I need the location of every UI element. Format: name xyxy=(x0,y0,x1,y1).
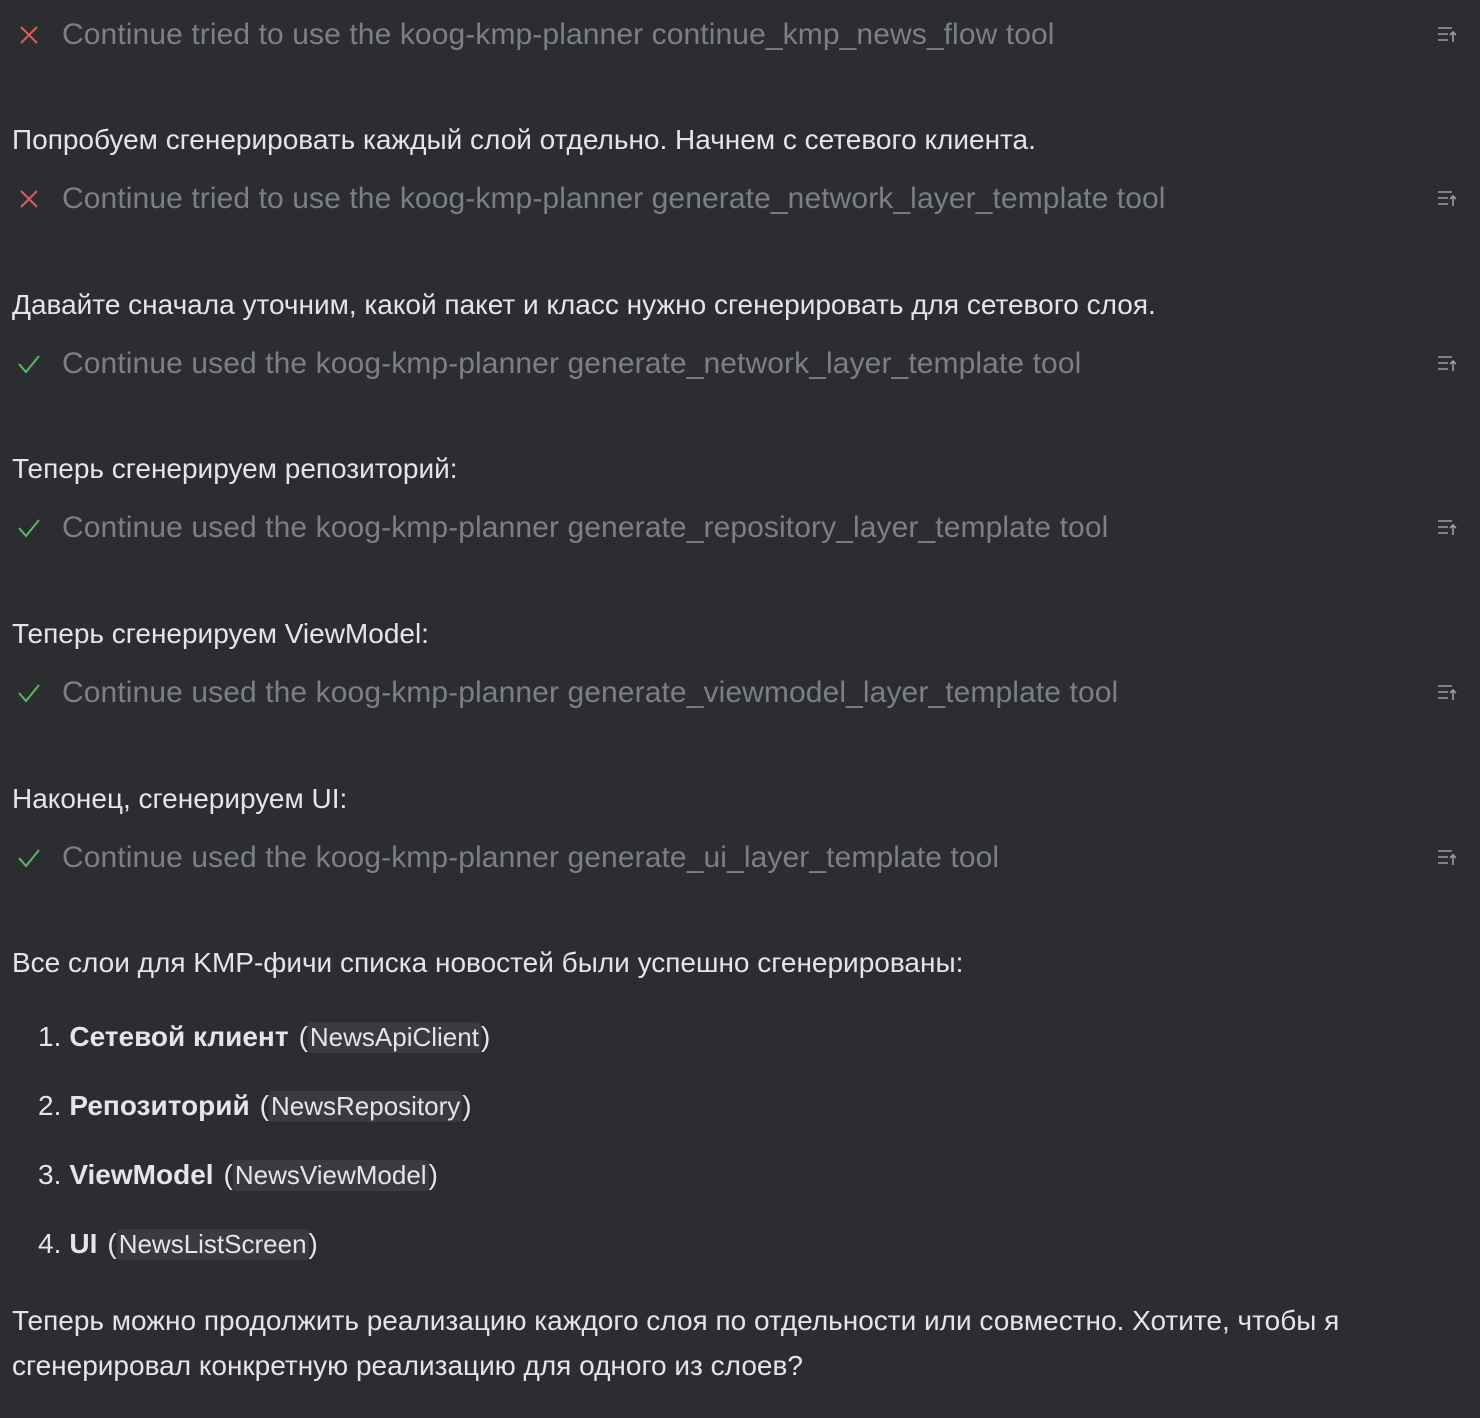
inline-code: NewsRepository xyxy=(269,1091,463,1122)
tool-call-row: Continue used the koog-kmp-planner gener… xyxy=(0,506,1480,550)
check-icon xyxy=(16,351,42,377)
paren-open: ( xyxy=(223,1159,233,1190)
paren-open: ( xyxy=(298,1021,308,1052)
list-item-title: Сетевой клиент xyxy=(69,1021,289,1052)
expand-details-icon[interactable] xyxy=(1436,353,1458,375)
list-item-title: ViewModel xyxy=(69,1159,214,1190)
check-icon xyxy=(16,515,42,541)
tool-call-text: Continue used the koog-kmp-planner gener… xyxy=(62,511,1109,544)
expand-details-icon[interactable] xyxy=(1436,517,1458,539)
inline-code: NewsListScreen xyxy=(116,1229,309,1260)
list-item-title: Репозиторий xyxy=(69,1090,250,1121)
tool-call-row: Continue used the koog-kmp-planner gener… xyxy=(0,671,1480,715)
assistant-message: Все слои для KMP-фичи списка новостей бы… xyxy=(12,947,964,978)
assistant-message: Попробуем сгенерировать каждый слой отде… xyxy=(12,124,1036,155)
list-number: 2. xyxy=(38,1090,62,1121)
close-icon xyxy=(16,22,42,48)
tool-call-row: Continue used the koog-kmp-planner gener… xyxy=(0,836,1480,880)
tool-call-text: Continue used the koog-kmp-planner gener… xyxy=(62,676,1119,709)
expand-details-icon[interactable] xyxy=(1436,188,1458,210)
list-item: 1. Сетевой клиент (NewsApiClient) xyxy=(38,1021,490,1053)
tool-call-row: Continue used the koog-kmp-planner gener… xyxy=(0,342,1480,386)
check-icon xyxy=(16,845,42,871)
list-item: 4. UI (NewsListScreen) xyxy=(38,1228,318,1260)
inline-code: NewsApiClient xyxy=(307,1022,481,1053)
paren-open: ( xyxy=(259,1090,269,1121)
list-item: 3. ViewModel (NewsViewModel) xyxy=(38,1159,438,1191)
assistant-message: Наконец, сгенерируем UI: xyxy=(12,783,348,814)
assistant-message: Теперь сгенерируем ViewModel: xyxy=(12,618,429,649)
list-number: 1. xyxy=(38,1021,62,1052)
list-number: 3. xyxy=(38,1159,62,1190)
tool-call-text: Continue used the koog-kmp-planner gener… xyxy=(62,841,1000,874)
paren-close: ) xyxy=(428,1159,438,1190)
tool-call-text: Continue tried to use the koog-kmp-plann… xyxy=(62,182,1166,215)
assistant-message: Теперь сгенерируем репозиторий: xyxy=(12,453,458,484)
close-icon xyxy=(16,186,42,212)
paren-close: ) xyxy=(480,1021,491,1052)
assistant-message: Давайте сначала уточним, какой пакет и к… xyxy=(12,289,1156,320)
tool-call-text: Continue used the koog-kmp-planner gener… xyxy=(62,347,1082,380)
expand-details-icon[interactable] xyxy=(1436,24,1458,46)
inline-code: NewsViewModel xyxy=(232,1160,429,1191)
list-item: 2. Репозиторий (NewsRepository) xyxy=(38,1090,472,1122)
expand-details-icon[interactable] xyxy=(1436,682,1458,704)
check-icon xyxy=(16,680,42,706)
tool-call-row: Continue tried to use the koog-kmp-plann… xyxy=(0,177,1480,221)
paren-close: ) xyxy=(462,1090,472,1121)
paren-close: ) xyxy=(308,1228,318,1259)
list-item-title: UI xyxy=(69,1228,98,1259)
tool-call-text: Continue tried to use the koog-kmp-plann… xyxy=(62,18,1055,51)
paren-open: ( xyxy=(107,1228,117,1259)
expand-details-icon[interactable] xyxy=(1436,847,1458,869)
list-number: 4. xyxy=(38,1228,62,1259)
final-message: Теперь можно продолжить реализацию каждо… xyxy=(12,1305,1340,1381)
tool-call-row: Continue tried to use the koog-kmp-plann… xyxy=(0,13,1480,57)
